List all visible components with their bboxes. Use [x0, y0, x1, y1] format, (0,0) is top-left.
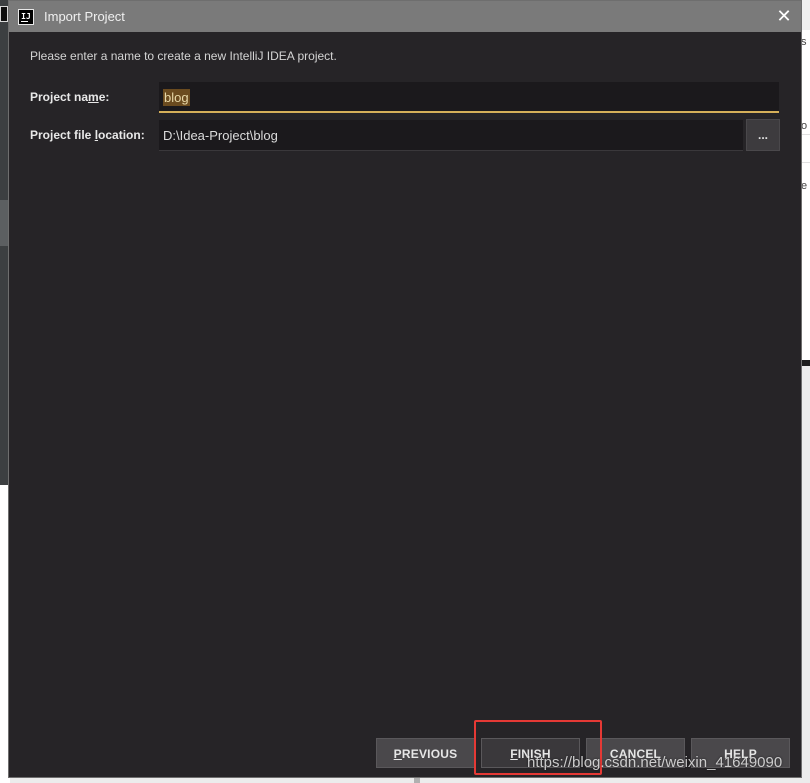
background-app-icon [0, 6, 8, 22]
close-icon[interactable]: ✕ [773, 5, 795, 27]
dialog-titlebar[interactable]: IJ Import Project ✕ [9, 1, 801, 32]
dialog-title: Import Project [44, 9, 125, 24]
project-name-label: Project name: [30, 90, 109, 104]
label-mnemonic: m [88, 90, 99, 104]
previous-button[interactable]: PREVIOUS [376, 738, 475, 768]
project-location-label: Project file location: [30, 128, 145, 142]
background-panel-block [0, 200, 8, 246]
label-text: e: [98, 90, 110, 104]
project-location-value: D:\Idea-Project\blog [163, 128, 278, 143]
intellij-logo-icon: IJ [18, 8, 34, 25]
label-text: Project na [30, 90, 89, 104]
browse-location-button[interactable]: ... [746, 119, 780, 151]
project-location-input[interactable]: D:\Idea-Project\blog [159, 120, 743, 151]
import-project-dialog: IJ Import Project ✕ Please enter a name … [8, 0, 802, 778]
label-text: Project file [30, 128, 95, 142]
button-mnemonic: F [510, 747, 518, 761]
button-label: REVIOUS [401, 747, 458, 761]
button-mnemonic: P [393, 747, 402, 761]
project-name-input[interactable]: blog [159, 82, 779, 113]
dialog-instruction-text: Please enter a name to create a new Inte… [30, 49, 337, 63]
watermark-url: https://blog.csdn.net/weixin_41649090 [527, 754, 783, 771]
label-text: ocation: [98, 128, 145, 142]
project-name-value: blog [163, 89, 190, 106]
